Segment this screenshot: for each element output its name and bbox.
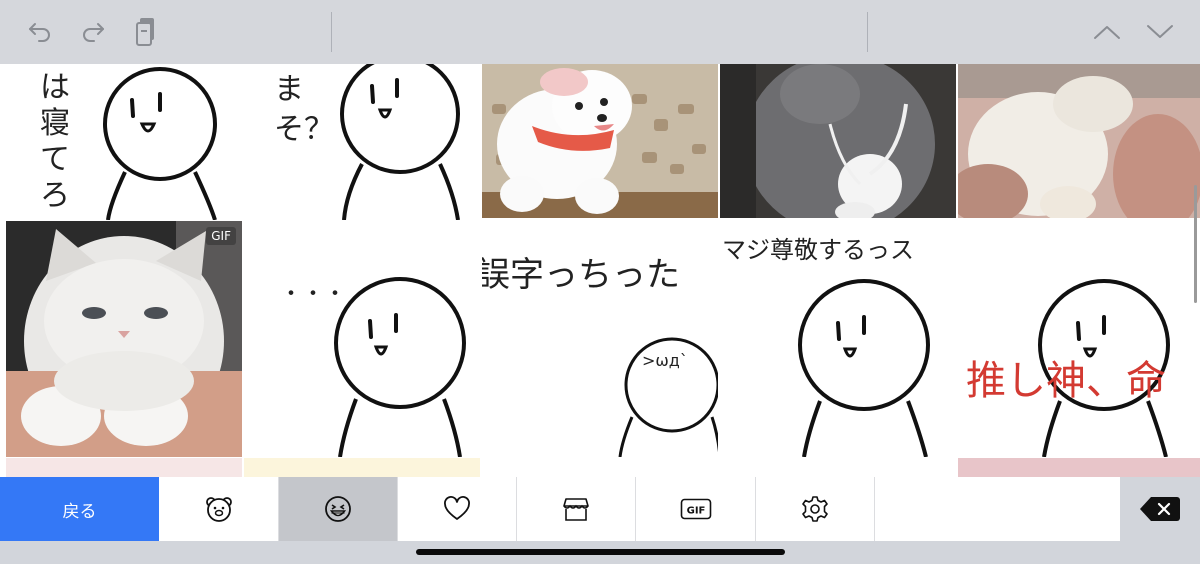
- sticker-grid: は寝てろ まそ？ GIF ・・・ 誤字っちった ´>ωд` マジ尊敬するっス 推…: [0, 64, 1200, 477]
- kaomoji-text: ´>ωд`: [634, 351, 688, 370]
- sticker-1[interactable]: は寝てろ: [0, 64, 240, 220]
- svg-text:GIF: GIF: [687, 506, 706, 517]
- keyboard-toolbar: [0, 0, 1200, 64]
- sticker-2[interactable]: まそ？: [244, 64, 480, 220]
- chevron-down-icon[interactable]: [1142, 14, 1178, 50]
- gif-badge: GIF: [206, 227, 236, 245]
- sticker-9[interactable]: マジ尊敬するっス: [720, 221, 956, 457]
- toolbar-divider: [331, 12, 332, 52]
- store-icon: [563, 498, 589, 521]
- sticker-tabbar: 戻る GIF: [0, 477, 1200, 541]
- sticker-8[interactable]: 誤字っちった ´>ωд`: [482, 221, 718, 457]
- clipboard-icon[interactable]: [128, 14, 164, 50]
- grinning-face-icon: [325, 496, 351, 522]
- toolbar-divider: [867, 12, 868, 52]
- home-indicator-area: [0, 541, 1200, 564]
- heart-icon: [444, 496, 470, 520]
- scrollbar[interactable]: [1194, 185, 1197, 303]
- sticker-7[interactable]: ・・・: [244, 221, 480, 457]
- tab-favorites[interactable]: [398, 477, 517, 541]
- sticker-row3-1[interactable]: [6, 458, 242, 477]
- tab-gif[interactable]: GIF: [637, 477, 756, 541]
- sticker-4[interactable]: [720, 64, 956, 218]
- sticker-row3-2[interactable]: [244, 458, 480, 477]
- tab-emoji[interactable]: [279, 477, 398, 541]
- tab-settings[interactable]: [756, 477, 875, 541]
- sticker-6[interactable]: GIF: [6, 221, 242, 457]
- redo-icon[interactable]: [75, 14, 111, 50]
- back-button[interactable]: 戻る: [0, 477, 159, 541]
- sticker-10[interactable]: 推し神、命: [958, 221, 1200, 457]
- sticker-text: 推し神、命: [966, 358, 1166, 404]
- tab-store[interactable]: [517, 477, 636, 541]
- tab-bear[interactable]: [160, 477, 279, 541]
- undo-icon[interactable]: [22, 14, 58, 50]
- sticker-3[interactable]: [482, 64, 718, 218]
- gif-icon: GIF: [680, 498, 712, 520]
- delete-button[interactable]: [1120, 477, 1200, 541]
- sticker-row3-5[interactable]: [958, 458, 1200, 477]
- sticker-5[interactable]: [958, 64, 1200, 218]
- delete-backspace-icon: [1140, 497, 1180, 521]
- home-indicator[interactable]: [416, 549, 785, 555]
- bear-face-icon: [206, 497, 232, 522]
- chevron-up-icon[interactable]: [1089, 14, 1125, 50]
- gear-icon: [802, 496, 828, 522]
